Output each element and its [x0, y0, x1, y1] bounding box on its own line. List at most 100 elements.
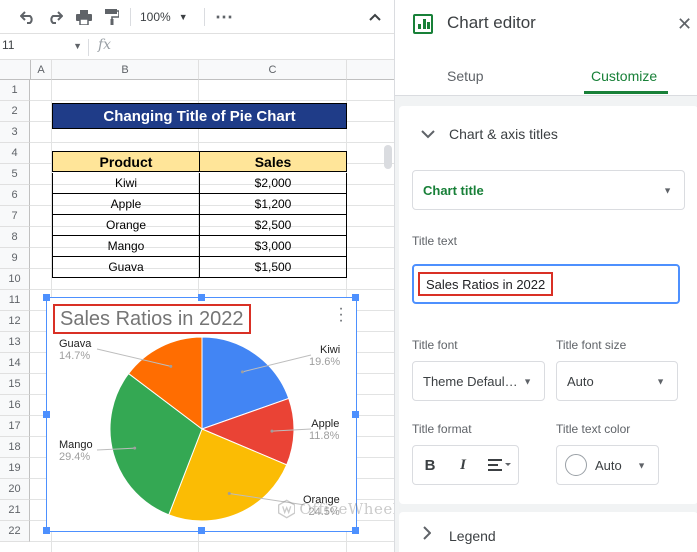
- title-font-size-select[interactable]: Auto ▼: [556, 361, 678, 401]
- row-header[interactable]: 3: [0, 122, 30, 143]
- row-header[interactable]: 9: [0, 248, 30, 269]
- row-header[interactable]: 11: [0, 290, 30, 311]
- title-text-color-select[interactable]: Auto ▼: [556, 445, 659, 485]
- title-type-select[interactable]: Chart title ▼: [412, 170, 685, 210]
- row-header[interactable]: 8: [0, 227, 30, 248]
- row-header[interactable]: 13: [0, 332, 30, 353]
- resize-handle[interactable]: [198, 527, 205, 534]
- italic-icon[interactable]: I: [452, 454, 474, 476]
- title-font-label: Title font: [412, 338, 458, 352]
- toolbar: 100% ▼ ⋯: [0, 0, 394, 34]
- tab-customize[interactable]: Customize: [591, 68, 657, 84]
- column-header-b[interactable]: B: [52, 60, 199, 80]
- slice-name: Guava: [59, 338, 92, 350]
- resize-handle[interactable]: [352, 411, 359, 418]
- slice-name: Kiwi: [320, 344, 341, 356]
- row-header[interactable]: 2: [0, 101, 30, 122]
- sales-cell[interactable]: $2,500: [199, 215, 347, 236]
- resize-handle[interactable]: [43, 294, 50, 301]
- header-product[interactable]: Product: [52, 151, 199, 172]
- column-header-a[interactable]: A: [31, 60, 52, 80]
- zoom-select[interactable]: 100% ▼: [140, 6, 196, 28]
- slice-percent: 11.8%: [309, 430, 340, 442]
- sales-cell[interactable]: $1,200: [199, 194, 347, 215]
- chevron-down-icon[interactable]: [421, 126, 435, 142]
- resize-handle[interactable]: [43, 527, 50, 534]
- chart-editor-icon: [413, 14, 433, 34]
- product-cell[interactable]: Guava: [52, 257, 199, 278]
- resize-handle[interactable]: [198, 294, 205, 301]
- product-cell[interactable]: Mango: [52, 236, 199, 257]
- slice-label-kiwi: Kiwi 19.6%: [309, 344, 340, 368]
- close-icon[interactable]: ✕: [677, 14, 692, 35]
- row-header[interactable]: 14: [0, 353, 30, 374]
- table-row: Guava $1,500: [52, 257, 347, 278]
- column-header-d[interactable]: [347, 60, 394, 80]
- title-format-group: B I: [412, 445, 519, 485]
- row-header[interactable]: 21: [0, 500, 30, 521]
- dropdown-arrow-icon: ▼: [523, 376, 532, 387]
- dropdown-arrow-icon: ▼: [663, 185, 672, 196]
- row-header[interactable]: 20: [0, 479, 30, 500]
- chart-editor-header: Chart editor ✕ Setup Customize: [395, 0, 697, 96]
- slice-name: Mango: [59, 439, 93, 451]
- header-sales[interactable]: Sales: [199, 151, 347, 172]
- title-font-size-value: Auto: [567, 373, 594, 389]
- row-header[interactable]: 15: [0, 374, 30, 395]
- row-header[interactable]: 1: [0, 80, 30, 101]
- row-header[interactable]: 12: [0, 311, 30, 332]
- row-header[interactable]: 22: [0, 521, 30, 542]
- chart-editor-panel: Chart editor ✕ Setup Customize Chart & a…: [394, 0, 697, 552]
- resize-handle[interactable]: [352, 527, 359, 534]
- title-text-value[interactable]: Sales Ratios in 2022: [418, 272, 554, 296]
- vertical-scrollbar[interactable]: [384, 145, 392, 169]
- row-header[interactable]: 7: [0, 206, 30, 227]
- watermark-text: OfficeWheel: [299, 500, 398, 518]
- chart-editor-title: Chart editor: [447, 13, 536, 32]
- toolbar-divider: [130, 8, 131, 26]
- name-box[interactable]: 11 ▼: [0, 38, 86, 56]
- paint-format-icon[interactable]: [101, 6, 123, 28]
- redo-icon[interactable]: [44, 6, 66, 28]
- row-header[interactable]: 17: [0, 416, 30, 437]
- resize-handle[interactable]: [352, 294, 359, 301]
- title-font-select[interactable]: Theme Defaul… ▼: [412, 361, 545, 401]
- row-gridline: [30, 100, 394, 101]
- sheet-title-cell[interactable]: Changing Title of Pie Chart: [52, 103, 347, 129]
- title-text-input[interactable]: Sales Ratios in 2022: [412, 264, 680, 304]
- resize-handle[interactable]: [43, 411, 50, 418]
- select-all-corner[interactable]: [0, 60, 31, 80]
- section-title[interactable]: Chart & axis titles: [449, 126, 558, 142]
- chevron-up-icon[interactable]: [364, 6, 386, 28]
- title-text-color-label: Title text color: [556, 422, 631, 436]
- tab-setup[interactable]: Setup: [447, 68, 484, 84]
- row-header[interactable]: 16: [0, 395, 30, 416]
- sales-cell[interactable]: $2,000: [199, 173, 347, 194]
- undo-icon[interactable]: [17, 6, 39, 28]
- title-font-value: Theme Defaul…: [423, 373, 518, 389]
- align-icon[interactable]: [485, 454, 515, 476]
- row-header[interactable]: 19: [0, 458, 30, 479]
- bold-icon[interactable]: B: [419, 454, 441, 476]
- slice-label-apple: Apple 11.8%: [309, 418, 339, 442]
- product-cell[interactable]: Orange: [52, 215, 199, 236]
- leader-dot: [270, 429, 274, 433]
- watermark-logo-icon: [278, 499, 296, 519]
- product-cell[interactable]: Kiwi: [52, 173, 199, 194]
- legend-section[interactable]: Legend: [399, 512, 697, 552]
- table-header-row: Product Sales: [52, 151, 347, 172]
- sales-cell[interactable]: $3,000: [199, 236, 347, 257]
- column-header-c[interactable]: C: [199, 60, 347, 80]
- row-header[interactable]: 5: [0, 164, 30, 185]
- sales-cell[interactable]: $1,500: [199, 257, 347, 278]
- print-icon[interactable]: [73, 6, 95, 28]
- chevron-right-icon: [423, 526, 432, 543]
- row-header[interactable]: 6: [0, 185, 30, 206]
- slice-label-mango: Mango 29.4%: [59, 439, 93, 463]
- formula-bar: 11 ▼ fx: [0, 35, 394, 60]
- row-header[interactable]: 10: [0, 269, 30, 290]
- product-cell[interactable]: Apple: [52, 194, 199, 215]
- row-header[interactable]: 18: [0, 437, 30, 458]
- row-header[interactable]: 4: [0, 143, 30, 164]
- more-icon[interactable]: ⋯: [213, 6, 235, 28]
